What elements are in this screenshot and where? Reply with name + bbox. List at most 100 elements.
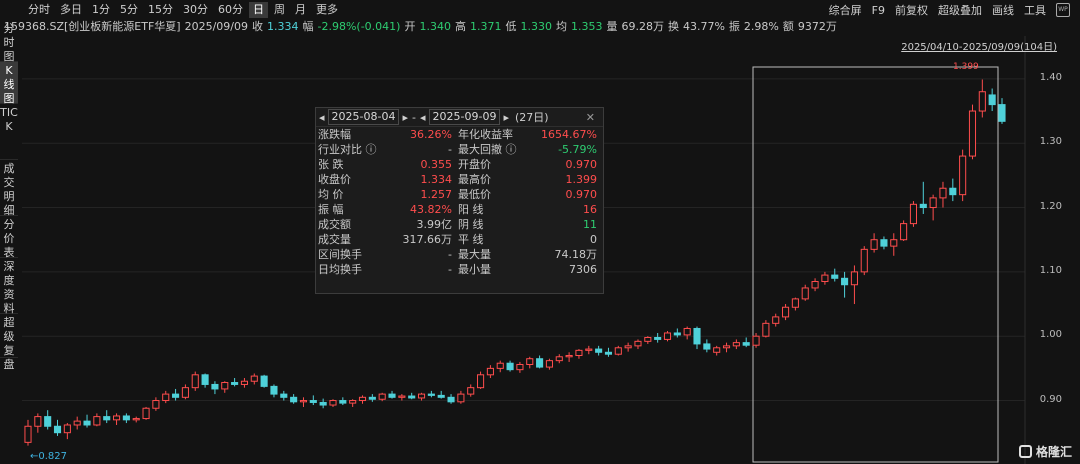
stats-label: 年化收益率 bbox=[458, 128, 513, 141]
next-end-icon[interactable]: ▸ bbox=[503, 111, 509, 124]
candle-body bbox=[388, 393, 396, 398]
candle-body bbox=[486, 367, 494, 376]
candle-body bbox=[545, 360, 553, 368]
candle-body bbox=[791, 298, 799, 308]
open-label: 开 bbox=[404, 20, 416, 33]
stats-cell: 张 跌 0.355 bbox=[318, 157, 458, 172]
candle-body bbox=[427, 393, 435, 396]
candle-body bbox=[240, 380, 248, 385]
candle-body bbox=[299, 400, 308, 403]
candle-body bbox=[673, 332, 681, 336]
candle-body bbox=[663, 332, 672, 340]
candle-body bbox=[93, 416, 101, 426]
prev-end-icon[interactable]: ◂ bbox=[420, 111, 426, 124]
stats-value: 74.18万 bbox=[554, 248, 598, 261]
candle-body bbox=[782, 306, 790, 318]
candle-body bbox=[890, 239, 898, 247]
sidebar-item[interactable]: 分时图 bbox=[0, 20, 18, 63]
period-tab[interactable]: 日 bbox=[249, 2, 268, 18]
popup-header: ◂ 2025-08-04 ▸ - ◂ 2025-09-09 ▸ (27日) ✕ bbox=[316, 108, 603, 127]
tools-button[interactable]: 工具 bbox=[1024, 2, 1046, 18]
y-tick-label: 1.30 bbox=[1039, 136, 1062, 148]
sidebar-item[interactable]: 分价表 bbox=[0, 216, 18, 259]
candle-body bbox=[319, 401, 327, 406]
period-tab[interactable]: 分时 bbox=[24, 2, 54, 18]
stats-cell: 成交额 3.99亿 bbox=[318, 217, 458, 232]
max-price-label: 1.399 bbox=[953, 62, 979, 72]
period-tab[interactable]: 更多 bbox=[312, 2, 342, 18]
end-date-field[interactable]: 2025-09-09 bbox=[428, 109, 501, 125]
candle-body bbox=[703, 343, 711, 350]
stats-cell: 最大量 74.18万 bbox=[458, 247, 603, 262]
period-tab[interactable]: 60分 bbox=[214, 2, 247, 18]
period-tab[interactable]: 15分 bbox=[144, 2, 177, 18]
period-tab[interactable]: 1分 bbox=[88, 2, 114, 18]
close-value: 1.334 bbox=[267, 20, 299, 33]
y-tick-label: 1.00 bbox=[1039, 329, 1062, 341]
sidebar-item[interactable]: 成交明细 bbox=[0, 160, 18, 217]
stats-value: 1.399 bbox=[565, 173, 598, 186]
stats-cell: 最高价 1.399 bbox=[458, 172, 603, 187]
stats-row: 行业对比 ⓘ - 最大回撤 ⓘ -5.79% bbox=[316, 142, 603, 157]
popup-rows: 涨跌幅 36.26% 年化收益率 1654.67% 行业对比 ⓘ - 最大回撤 ⓘ -5.79… bbox=[316, 127, 603, 277]
stats-cell: 平 线 0 bbox=[458, 232, 603, 247]
prev-start-icon[interactable]: ◂ bbox=[319, 111, 325, 124]
sidebar-item[interactable]: K线图 bbox=[0, 62, 18, 105]
date-separator: - bbox=[412, 110, 416, 124]
candle-body bbox=[575, 349, 583, 356]
composite-screen-button[interactable]: 综合屏 bbox=[829, 2, 862, 18]
candle-body bbox=[634, 340, 642, 347]
candle-body bbox=[152, 400, 160, 409]
candle-body bbox=[270, 385, 278, 395]
high-value: 1.371 bbox=[469, 20, 502, 33]
candle-body bbox=[437, 394, 445, 398]
period-tab[interactable]: 5分 bbox=[116, 2, 142, 18]
candle-body bbox=[309, 400, 317, 403]
stats-value: 1.257 bbox=[420, 188, 453, 201]
amount-label: 额 bbox=[782, 20, 794, 33]
candle-body bbox=[280, 393, 288, 398]
candle-body bbox=[368, 396, 376, 400]
stats-cell: 行业对比 ⓘ - bbox=[318, 142, 458, 157]
stats-value: 43.82% bbox=[410, 203, 452, 216]
low-label: 低 bbox=[505, 20, 517, 33]
stats-value: 0.970 bbox=[565, 158, 598, 171]
period-tab[interactable]: 月 bbox=[291, 2, 310, 18]
stats-cell: 日均换手 - bbox=[318, 262, 458, 277]
date-range-label[interactable]: 2025/04/10-2025/09/09(104日) bbox=[901, 38, 1057, 53]
start-date-field[interactable]: 2025-08-04 bbox=[327, 109, 400, 125]
f9-button[interactable]: F9 bbox=[872, 4, 885, 17]
next-start-icon[interactable]: ▸ bbox=[402, 111, 408, 124]
stats-cell: 涨跌幅 36.26% bbox=[318, 127, 458, 142]
period-tab[interactable]: 30分 bbox=[179, 2, 212, 18]
stats-label: 阳 线 bbox=[458, 203, 484, 216]
stats-row: 成交额 3.99亿阴 线 11 bbox=[316, 217, 603, 232]
candle-body bbox=[132, 418, 140, 421]
open-value: 1.340 bbox=[419, 20, 451, 33]
sidebar-item[interactable]: TICK bbox=[0, 104, 18, 160]
candle-body bbox=[329, 400, 337, 406]
candle-body bbox=[595, 348, 603, 353]
candle-body bbox=[801, 287, 809, 300]
sidebar-item[interactable]: 深度资料 bbox=[0, 258, 18, 315]
stats-row: 区间换手 - 最大量 74.18万 bbox=[316, 247, 603, 262]
candle-body bbox=[201, 374, 209, 385]
avg-value: 1.353 bbox=[570, 20, 603, 33]
stats-label: 开盘价 bbox=[458, 158, 491, 171]
draw-line-button[interactable]: 画线 bbox=[992, 2, 1014, 18]
stats-value: 36.26% bbox=[410, 128, 452, 141]
candle-body bbox=[742, 342, 750, 346]
period-tab[interactable]: 多日 bbox=[56, 2, 86, 18]
sidebar-item[interactable]: 超级复盘 bbox=[0, 314, 18, 371]
amplitude-value: 2.98% bbox=[743, 20, 779, 33]
adjust-button[interactable]: 前复权 bbox=[895, 2, 928, 18]
period-tab[interactable]: 周 bbox=[270, 2, 289, 18]
stock-code: 159368.SZ[创业板新能源ETF华夏] bbox=[4, 20, 181, 33]
candle-body bbox=[221, 382, 229, 390]
wp-icon[interactable]: WP bbox=[1056, 3, 1070, 17]
stats-value: - bbox=[448, 263, 452, 276]
close-icon[interactable]: ✕ bbox=[586, 111, 595, 124]
overlay-button[interactable]: 超级叠加 bbox=[938, 2, 982, 18]
gelonghui-logo: 格隆汇 bbox=[1018, 443, 1072, 460]
candle-body bbox=[496, 362, 504, 369]
